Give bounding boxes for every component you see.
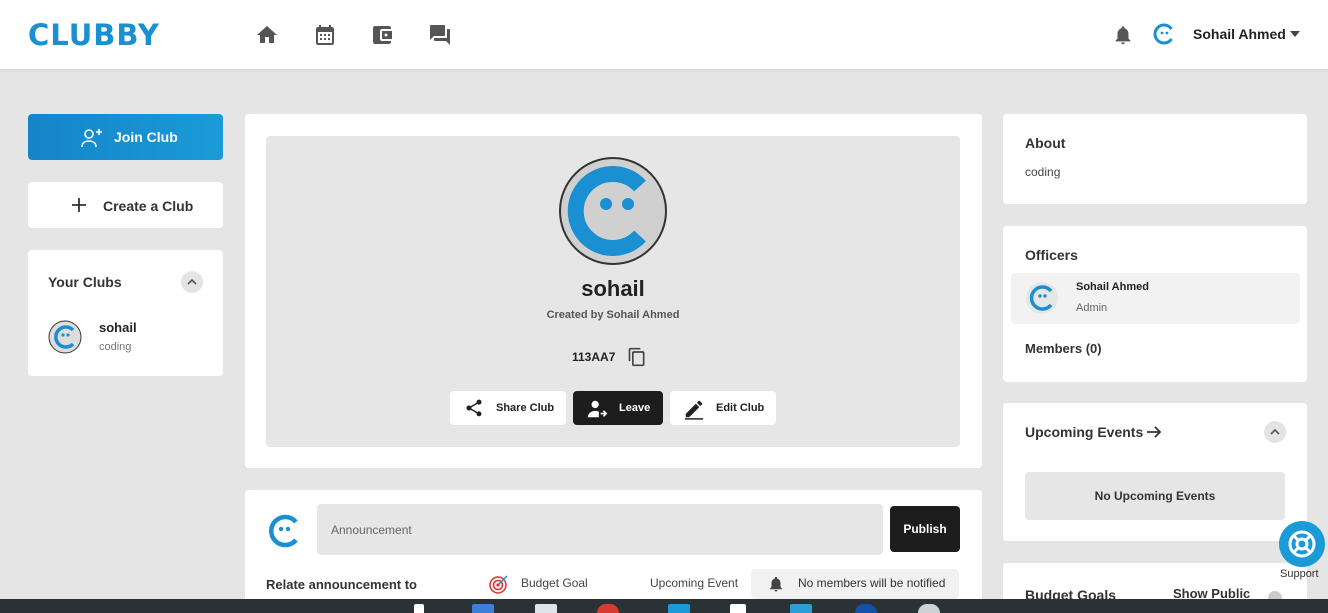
club-list-name[interactable]: sohail <box>99 320 137 335</box>
taskbar-app-icon[interactable] <box>472 604 494 613</box>
edit-club-label: Edit Club <box>716 402 765 414</box>
upcoming-events-title[interactable]: Upcoming Events <box>1025 424 1143 440</box>
bell-icon[interactable] <box>1112 23 1134 47</box>
relate-announcement-label: Relate announcement to <box>266 577 417 592</box>
chevron-down-icon[interactable] <box>1290 31 1300 37</box>
os-taskbar <box>0 599 1328 613</box>
create-club-button[interactable]: Create a Club <box>28 182 223 228</box>
chevron-up-icon <box>1270 428 1280 435</box>
officer-avatar <box>1026 282 1058 314</box>
user-name[interactable]: Sohail Ahmed <box>1193 26 1286 42</box>
no-events-message: No Upcoming Events <box>1025 472 1285 520</box>
club-header-card: sohail Created by Sohail Ahmed 113AA7 Sh… <box>245 114 982 468</box>
create-club-label: Create a Club <box>103 198 194 214</box>
share-club-label: Share Club <box>496 402 555 414</box>
add-person-icon <box>81 129 102 148</box>
officer-name: Sohail Ahmed <box>1076 281 1149 293</box>
taskbar-app-icon[interactable] <box>597 604 619 613</box>
leave-person-icon <box>587 400 608 418</box>
officers-title: Officers <box>1025 247 1078 263</box>
collapse-events-button[interactable] <box>1264 421 1286 443</box>
arrow-right-icon[interactable] <box>1145 423 1163 441</box>
target-icon <box>489 575 508 594</box>
announcement-card: Publish Relate announcement to Budget Go… <box>245 490 982 613</box>
clubby-logo[interactable]: CLUBBY <box>28 18 160 52</box>
home-icon[interactable] <box>255 23 279 47</box>
your-clubs-title: Your Clubs <box>48 274 122 290</box>
plus-icon <box>72 198 86 212</box>
support-button[interactable] <box>1279 521 1325 567</box>
wallet-icon[interactable] <box>370 23 394 47</box>
club-name-heading: sohail <box>581 276 645 301</box>
user-avatar[interactable] <box>1152 22 1176 46</box>
support-label: Support <box>1280 568 1319 580</box>
edit-club-button[interactable]: Edit Club <box>670 391 776 425</box>
taskbar-app-icon[interactable] <box>414 604 424 613</box>
share-icon <box>466 399 482 417</box>
club-avatar[interactable] <box>48 320 82 354</box>
announcement-input[interactable] <box>317 504 883 555</box>
members-count[interactable]: Members (0) <box>1025 341 1102 356</box>
collapse-your-clubs-button[interactable] <box>181 271 203 293</box>
taskbar-app-icon[interactable] <box>535 604 557 613</box>
bell-icon <box>770 576 782 592</box>
notify-status: No members will be notified <box>751 569 959 599</box>
club-logo-avatar <box>559 157 667 265</box>
publish-button[interactable]: Publish <box>890 506 960 552</box>
calendar-icon[interactable] <box>313 23 337 47</box>
taskbar-app-icon[interactable] <box>855 604 877 613</box>
club-list-description: coding <box>99 341 132 353</box>
taskbar-app-icon[interactable] <box>668 604 690 613</box>
chat-icon[interactable] <box>428 23 452 47</box>
taskbar-app-icon[interactable] <box>918 604 940 613</box>
club-created-by: Created by Sohail Ahmed <box>546 309 680 321</box>
upcoming-events-card: Upcoming Events No Upcoming Events <box>1003 403 1307 541</box>
chevron-up-icon <box>187 278 197 285</box>
club-code: 113AA7 <box>572 350 616 364</box>
top-navbar: CLUBBY Sohail Ahmed <box>0 0 1328 70</box>
notify-text: No members will be notified <box>798 576 946 590</box>
announcement-avatar <box>269 514 298 548</box>
copy-icon[interactable] <box>627 347 647 367</box>
taskbar-app-icon[interactable] <box>790 604 812 613</box>
lifebuoy-icon <box>1288 530 1316 558</box>
join-club-label: Join Club <box>114 129 178 145</box>
upcoming-event-option[interactable]: Upcoming Event <box>650 576 738 590</box>
your-clubs-panel: Your Clubs sohail coding <box>28 250 223 376</box>
club-header-inner: sohail Created by Sohail Ahmed 113AA7 Sh… <box>266 136 960 447</box>
about-card: About coding <box>1003 114 1307 204</box>
taskbar-app-icon[interactable] <box>730 604 746 613</box>
leave-club-label: Leave <box>619 402 651 414</box>
about-title: About <box>1025 135 1066 151</box>
join-club-button[interactable]: Join Club <box>28 114 223 160</box>
share-club-button[interactable]: Share Club <box>450 391 566 425</box>
budget-goal-option[interactable]: Budget Goal <box>521 576 588 590</box>
officer-role: Admin <box>1076 302 1108 314</box>
officer-row[interactable]: Sohail Ahmed Admin <box>1011 273 1300 324</box>
officers-card: Officers Sohail Ahmed Admin Members (0) <box>1003 226 1307 382</box>
about-text: coding <box>1025 165 1061 179</box>
edit-pencil-icon <box>684 400 704 420</box>
leave-club-button[interactable]: Leave <box>573 391 663 425</box>
